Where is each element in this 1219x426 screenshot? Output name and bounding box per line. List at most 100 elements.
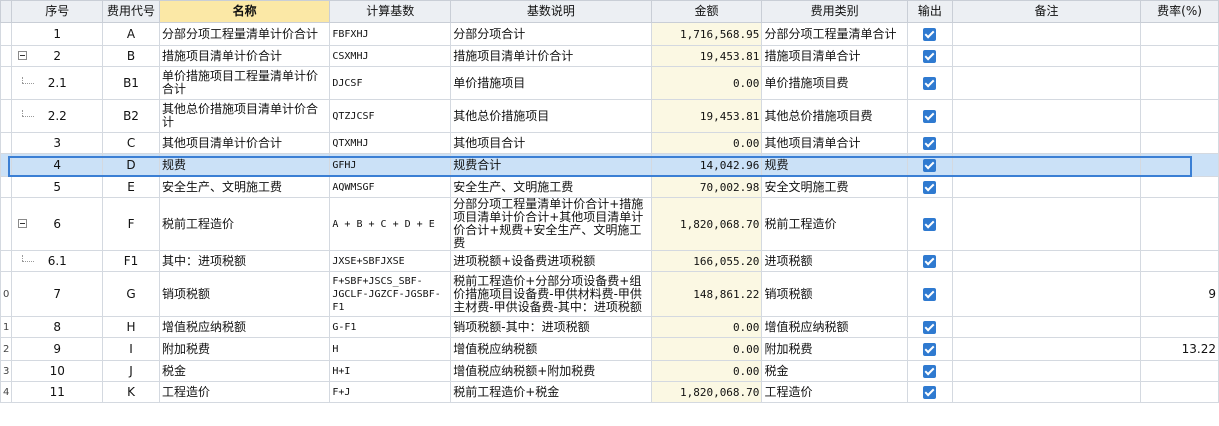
category-cell[interactable]: 其他项目清单合计 [761, 132, 908, 154]
output-cell[interactable] [906, 197, 953, 251]
table-row[interactable]: 1 8 H 增值税应纳税额 G-F1 销项税额-其中：进项税额 0.00 增值税应纳税额 [0, 316, 1219, 338]
desc-cell[interactable]: 其他总价措施项目 [450, 99, 652, 133]
amount-cell[interactable]: 1,820,068.70 [650, 197, 763, 251]
note-cell[interactable] [951, 197, 1142, 251]
table-row[interactable]: 6 F 税前工程造价 A + B + C + D + E 分部分项工程量清单计价合计+措… [0, 197, 1219, 251]
code-cell[interactable]: G [102, 271, 160, 317]
category-cell[interactable]: 分部分项工程量清单合计 [761, 22, 908, 46]
name-cell[interactable]: 规费 [158, 153, 331, 177]
name-cell[interactable]: 其他总价措施项目清单计价合计 [158, 99, 331, 133]
output-cell[interactable] [906, 99, 953, 133]
note-cell[interactable] [951, 22, 1142, 46]
table-row[interactable]: 2.1 B1 单价措施项目工程量清单计价合计 DJCSF 单价措施项目 0.00 单价措施项… [0, 66, 1219, 100]
category-cell[interactable]: 附加税费 [761, 337, 908, 361]
code-cell[interactable]: B1 [102, 66, 160, 100]
base-cell[interactable]: F+SBF+JSCS_SBF-JGCLF-JGZCF-JGSBF-F1 [329, 271, 452, 317]
name-cell[interactable]: 分部分项工程量清单计价合计 [158, 22, 331, 46]
code-cell[interactable]: D [102, 153, 160, 177]
name-cell[interactable]: 工程造价 [158, 381, 331, 403]
note-cell[interactable] [951, 381, 1142, 403]
table-row[interactable]: 5 E 安全生产、文明施工费 AQWMSGF 安全生产、文明施工费 70,002.98 安全… [0, 176, 1219, 198]
name-cell[interactable]: 安全生产、文明施工费 [158, 176, 331, 198]
rate-cell[interactable]: 13.22 [1140, 337, 1219, 361]
output-cell[interactable] [906, 250, 953, 272]
amount-cell[interactable]: 0.00 [650, 337, 763, 361]
seq-cell[interactable]: 1 [11, 22, 104, 46]
header-name[interactable]: 名称 [158, 0, 331, 23]
base-cell[interactable]: H [329, 337, 452, 361]
rate-cell[interactable] [1140, 250, 1219, 272]
code-cell[interactable]: F1 [102, 250, 160, 272]
table-row[interactable]: 1 A 分部分项工程量清单计价合计 FBFXHJ 分部分项合计 1,716,568.95 分… [0, 22, 1219, 46]
desc-cell[interactable]: 税前工程造价+税金 [450, 381, 652, 403]
output-cell[interactable] [906, 316, 953, 338]
output-cell[interactable] [906, 360, 953, 382]
header-amount[interactable]: 金额 [650, 0, 763, 23]
code-cell[interactable]: H [102, 316, 160, 338]
output-cell[interactable] [906, 66, 953, 100]
base-cell[interactable]: CSXMHJ [329, 45, 452, 67]
note-cell[interactable] [951, 176, 1142, 198]
seq-cell[interactable]: 9 [11, 337, 104, 361]
output-cell[interactable] [906, 381, 953, 403]
category-cell[interactable]: 工程造价 [761, 381, 908, 403]
output-checkbox[interactable] [923, 287, 937, 301]
rate-cell[interactable] [1140, 45, 1219, 67]
output-cell[interactable] [906, 153, 953, 177]
collapse-toggle-icon[interactable] [18, 51, 28, 60]
seq-cell[interactable]: 3 [11, 132, 104, 154]
rate-cell[interactable] [1140, 66, 1219, 100]
base-cell[interactable]: H+I [329, 360, 452, 382]
output-checkbox[interactable] [923, 76, 937, 90]
base-cell[interactable]: A + B + C + D + E [329, 197, 452, 251]
base-cell[interactable]: F+J [329, 381, 452, 403]
note-cell[interactable] [951, 45, 1142, 67]
output-cell[interactable] [906, 271, 953, 317]
code-cell[interactable]: K [102, 381, 160, 403]
output-checkbox[interactable] [923, 180, 937, 194]
header-rate[interactable]: 费率(%) [1140, 0, 1219, 23]
code-cell[interactable]: F [102, 197, 160, 251]
output-checkbox[interactable] [923, 364, 937, 378]
seq-cell[interactable]: 11 [11, 381, 104, 403]
output-checkbox[interactable] [923, 49, 937, 63]
base-cell[interactable]: QTXMHJ [329, 132, 452, 154]
table-row[interactable]: 2.2 B2 其他总价措施项目清单计价合计 QTZJCSF 其他总价措施项目 19,453… [0, 99, 1219, 133]
amount-cell[interactable]: 0.00 [650, 360, 763, 382]
table-row[interactable]: 6.1 F1 其中：进项税额 JXSE+SBFJXSE 进项税额+设备费进项税额 166,… [0, 250, 1219, 272]
table-row[interactable]: 4 D 规费 GFHJ 规费合计 14,042.96 规费 [0, 153, 1219, 177]
base-cell[interactable]: JXSE+SBFJXSE [329, 250, 452, 272]
name-cell[interactable]: 销项税额 [158, 271, 331, 317]
note-cell[interactable] [951, 66, 1142, 100]
rate-cell[interactable] [1140, 197, 1219, 251]
output-cell[interactable] [906, 337, 953, 361]
seq-cell[interactable]: 7 [11, 271, 104, 317]
seq-cell[interactable]: 6.1 [11, 250, 104, 272]
desc-cell[interactable]: 安全生产、文明施工费 [450, 176, 652, 198]
seq-cell[interactable]: 2 [11, 45, 104, 67]
note-cell[interactable] [951, 99, 1142, 133]
rate-cell[interactable]: 9 [1140, 271, 1219, 317]
header-note[interactable]: 备注 [951, 0, 1142, 23]
name-cell[interactable]: 其他项目清单计价合计 [158, 132, 331, 154]
desc-cell[interactable]: 税前工程造价+分部分项设备费+组价措施项目设备费-甲供材料费-甲供主材费-甲供设… [450, 271, 652, 317]
output-checkbox[interactable] [923, 109, 937, 123]
output-checkbox[interactable] [923, 254, 937, 268]
rate-cell[interactable] [1140, 99, 1219, 133]
name-cell[interactable]: 措施项目清单计价合计 [158, 45, 331, 67]
note-cell[interactable] [951, 316, 1142, 338]
note-cell[interactable] [951, 132, 1142, 154]
table-row[interactable]: 0 7 G 销项税额 F+SBF+JSCS_SBF-JGCLF-JGZCF-JGSBF-… [0, 271, 1219, 317]
output-checkbox[interactable] [923, 320, 937, 334]
output-checkbox[interactable] [923, 342, 937, 356]
code-cell[interactable]: B [102, 45, 160, 67]
amount-cell[interactable]: 1,820,068.70 [650, 381, 763, 403]
output-checkbox[interactable] [923, 136, 937, 150]
output-cell[interactable] [906, 176, 953, 198]
header-category[interactable]: 费用类别 [761, 0, 908, 23]
output-cell[interactable] [906, 132, 953, 154]
header-base[interactable]: 计算基数 [329, 0, 452, 23]
name-cell[interactable]: 税金 [158, 360, 331, 382]
base-cell[interactable]: DJCSF [329, 66, 452, 100]
desc-cell[interactable]: 分部分项工程量清单计价合计+措施项目清单计价合计+其他项目清单计价合计+规费+安… [450, 197, 652, 251]
